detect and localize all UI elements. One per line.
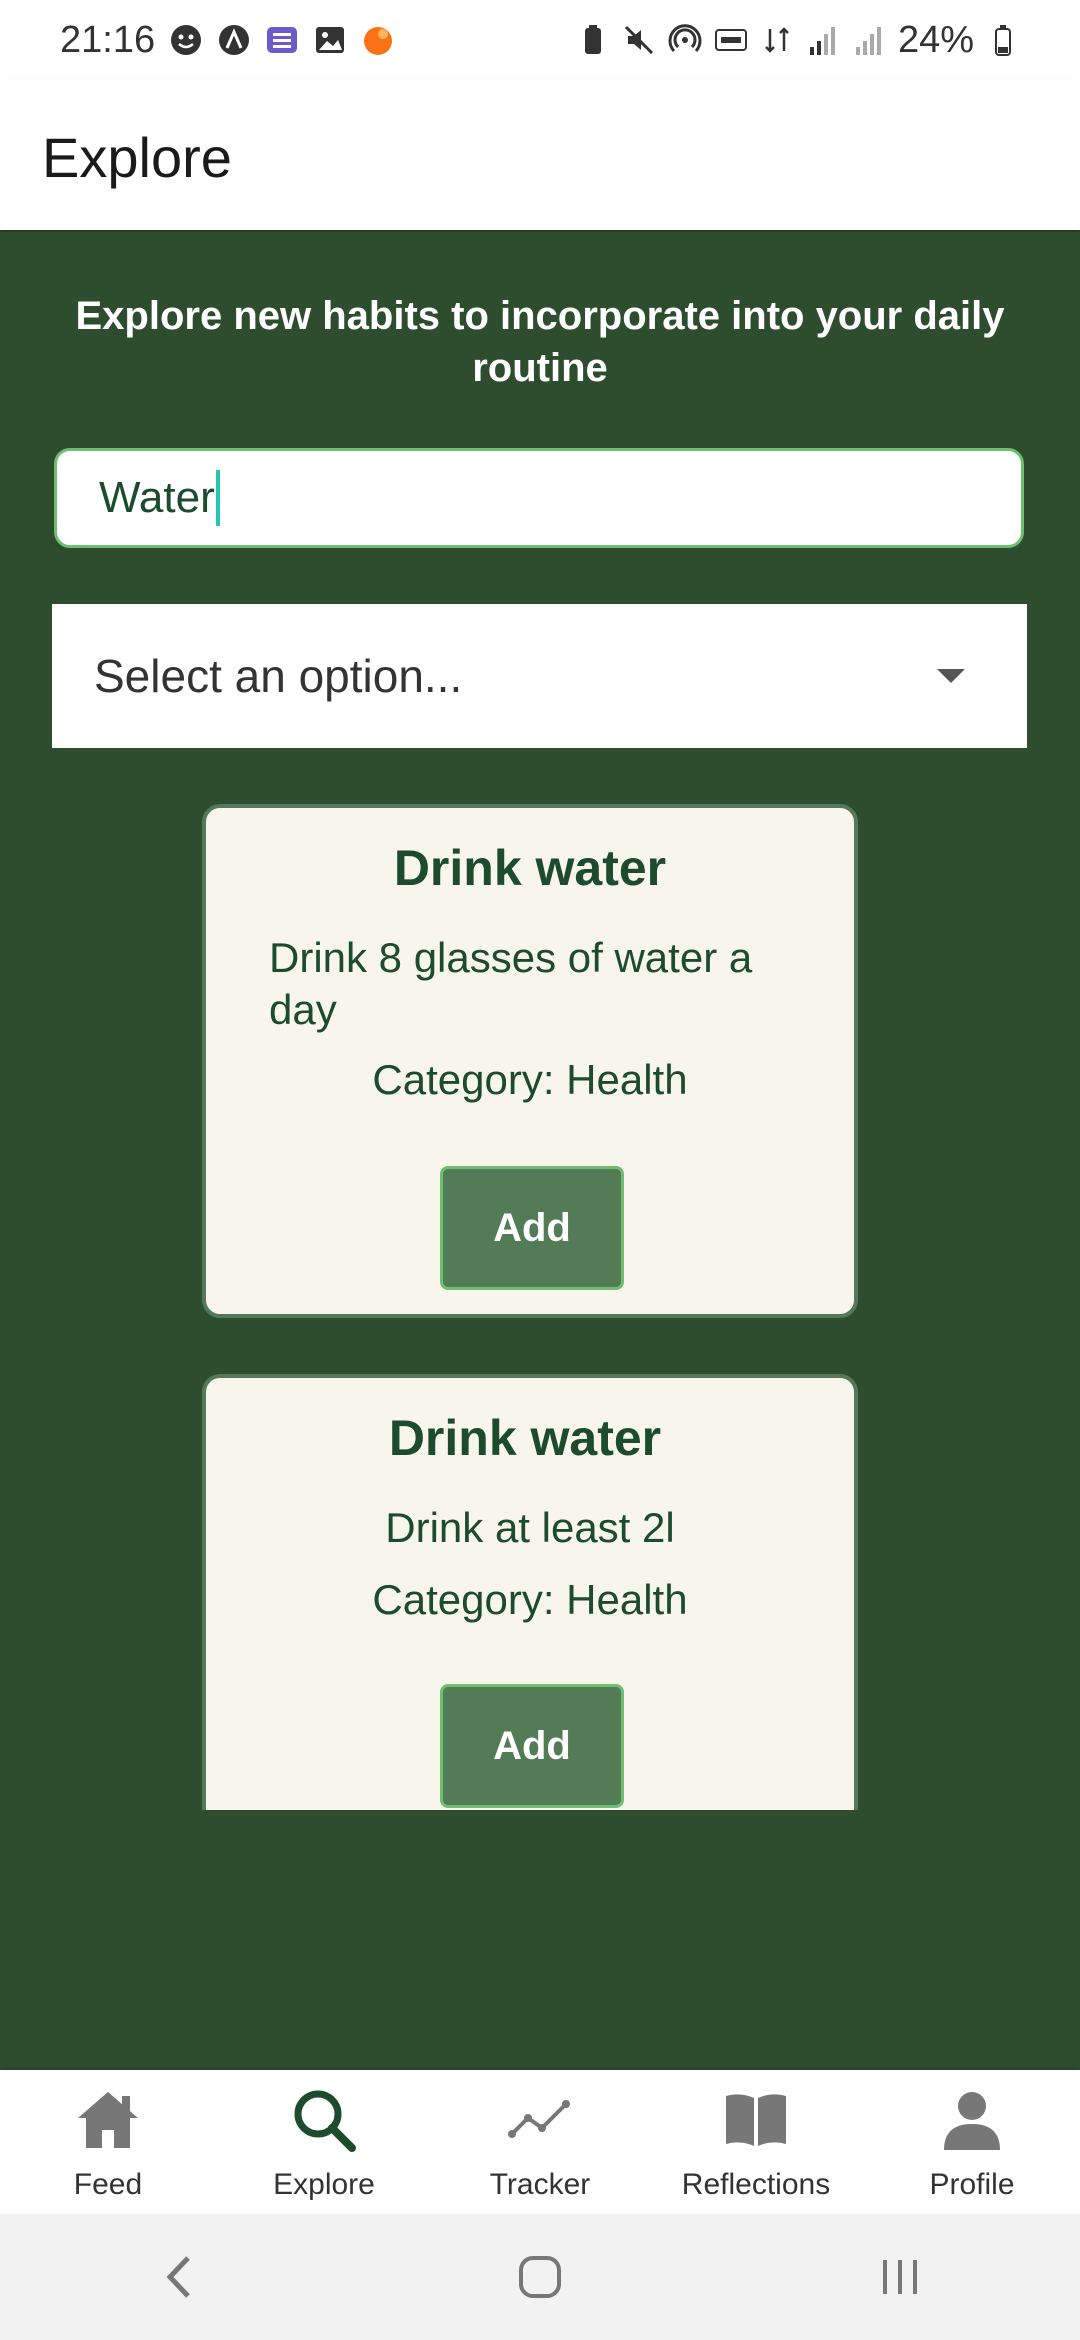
battery-level: 24% [897, 18, 974, 61]
nav-item-tracker[interactable]: Tracker [432, 2070, 648, 2214]
home-button[interactable] [500, 2237, 580, 2317]
recent-apps-button[interactable] [860, 2237, 940, 2317]
search-input[interactable]: Water [54, 448, 1024, 548]
signal-roaming-icon [855, 27, 881, 55]
status-left: 21:16 [60, 19, 395, 62]
system-nav-bar [0, 2214, 1080, 2340]
book-icon [726, 2094, 786, 2146]
app-header: Explore [0, 80, 1080, 230]
habit-title: Drink water [388, 1410, 662, 1466]
explore-intro: Explore new habits to incorporate into y… [75, 294, 1005, 390]
habit-card: Drink water Drink 8 glasses of water a d… [202, 804, 858, 1318]
nav-label-profile: Profile [929, 2168, 1015, 2201]
habit-category: Category: Health [372, 1056, 688, 1103]
home-icon [78, 2092, 138, 2148]
habit-description: Drink 8 glasses of water a day [269, 934, 753, 1033]
habit-description: Drink at least 2l [385, 1504, 675, 1551]
category-select-value: Select an option... [94, 650, 463, 702]
search-input-value: Water [99, 473, 215, 522]
battery-saver-icon [584, 25, 601, 54]
nav-item-feed[interactable]: Feed [0, 2070, 216, 2214]
add-habit-button[interactable]: Add [440, 1684, 624, 1808]
category-select[interactable]: Select an option... [52, 604, 1027, 748]
image-icon [316, 27, 345, 53]
list-app-icon [267, 27, 298, 53]
habit-title: Drink water [393, 840, 667, 896]
text-cursor [215, 470, 220, 526]
orange-app-icon [364, 27, 393, 55]
search-icon [294, 2090, 356, 2152]
nav-item-profile[interactable]: Profile [864, 2070, 1080, 2214]
habit-category: Category: Health [372, 1576, 688, 1623]
back-button[interactable] [140, 2237, 220, 2317]
nav-label-tracker: Tracker [489, 2168, 591, 2201]
bottom-nav: Feed Explore Tracker Reflections Profile [0, 2070, 1080, 2214]
nav-item-explore[interactable]: Explore [216, 2070, 432, 2214]
mute-icon [624, 25, 653, 55]
network-4g-icon [765, 27, 789, 53]
habit-list[interactable]: Drink water Drink 8 glasses of water a d… [202, 804, 858, 1810]
back-icon [166, 2256, 190, 2298]
app-a-icon [219, 25, 250, 55]
nav-label-explore: Explore [273, 2168, 375, 2201]
chart-line-icon [508, 2100, 570, 2138]
face-icon [171, 25, 202, 55]
volte-icon [714, 29, 747, 51]
nav-label-reflections: Reflections [681, 2168, 831, 2201]
nav-item-reflections[interactable]: Reflections [648, 2070, 864, 2214]
battery-icon [995, 25, 1011, 56]
add-habit-button[interactable]: Add [440, 1166, 624, 1290]
hotspot-icon [668, 24, 702, 53]
page-title: Explore [42, 126, 232, 189]
nav-label-feed: Feed [73, 2168, 143, 2201]
chevron-down-icon [937, 669, 965, 683]
habit-card: Drink water Drink at least 2l Category: … [202, 1374, 858, 1810]
recent-apps-icon [883, 2260, 917, 2294]
status-bar: 21:16 24% [0, 0, 1080, 80]
status-time: 21:16 [60, 18, 156, 61]
home-circle-icon [519, 2256, 561, 2298]
person-icon [944, 2092, 1000, 2150]
status-right: 24% [576, 19, 1020, 62]
signal-icon [809, 27, 835, 55]
explore-screen: Explore new habits to incorporate into y… [0, 232, 1080, 2070]
